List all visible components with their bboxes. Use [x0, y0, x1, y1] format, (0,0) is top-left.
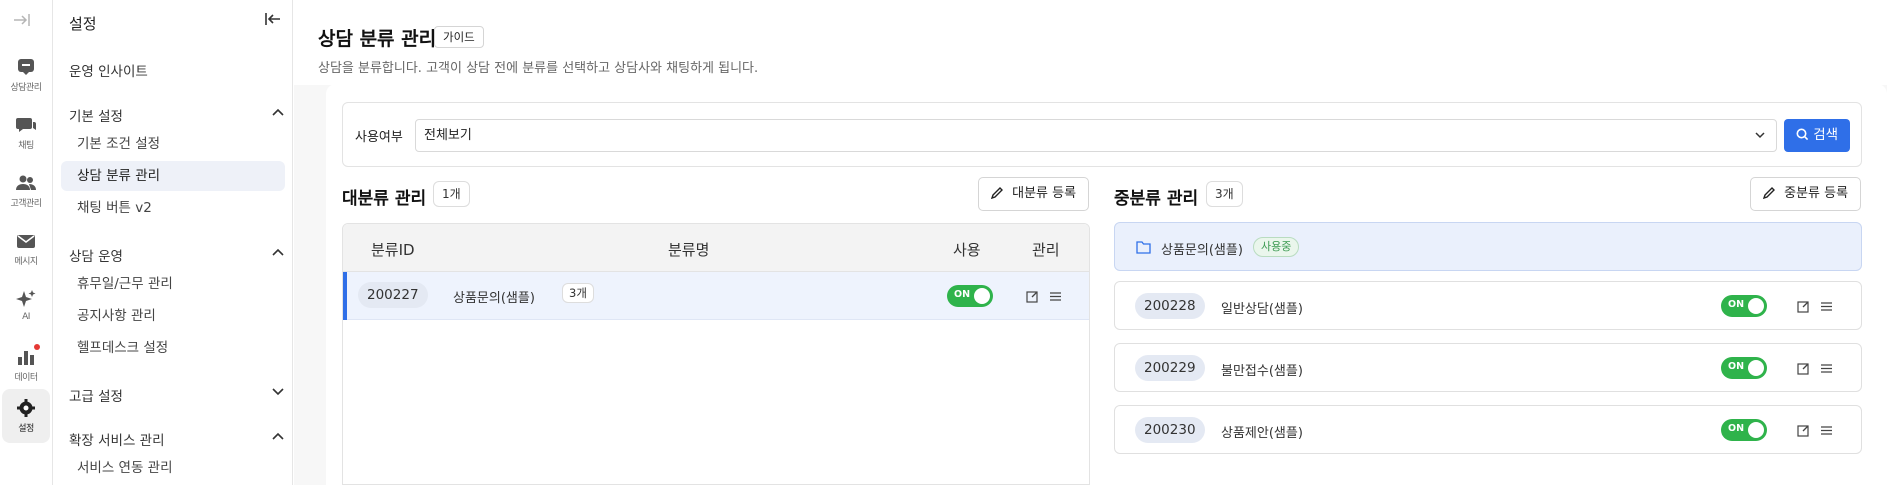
table-header: 분류ID 분류명 사용 관리: [343, 224, 1089, 272]
add-middle-label: 중분류 등록: [1784, 186, 1849, 201]
notification-dot: [34, 344, 40, 350]
chat-icon: [16, 118, 36, 132]
nav-group-operation[interactable]: 상담 운영: [69, 245, 285, 265]
nav-group-basic[interactable]: 기본 설정: [69, 105, 285, 125]
drag-handle-icon[interactable]: [1820, 300, 1833, 313]
column-header-use: 사용: [953, 241, 981, 259]
pencil-icon: [1762, 187, 1775, 200]
nav-item-chat-button[interactable]: 채팅 버튼 v2: [61, 193, 285, 223]
category-id: 200228: [1135, 293, 1205, 319]
category-id: 200229: [1135, 355, 1205, 381]
guide-button[interactable]: 가이드: [434, 26, 484, 48]
nav-group-label: 확장 서비스 관리: [69, 433, 165, 449]
folder-icon: [1136, 241, 1151, 254]
page-title: 상담 분류 관리: [318, 28, 437, 50]
icon-rail: 상담관리 채팅 고객관리 메시지 AI 데이터 설정: [0, 0, 53, 485]
rail-item-ai[interactable]: AI: [2, 280, 50, 334]
rail-item-chat[interactable]: 채팅: [2, 106, 50, 160]
category-name: 일반상담(샘플): [1221, 302, 1303, 317]
chevron-up-icon: [272, 432, 284, 440]
page-description: 상담을 분류합니다. 고객이 상담 전에 분류를 선택하고 상담사와 채팅하게 …: [318, 61, 759, 76]
use-toggle[interactable]: ON: [1721, 419, 1767, 441]
nav-item-category-management[interactable]: 상담 분류 관리: [61, 161, 285, 191]
nav-group-label: 기본 설정: [69, 109, 123, 125]
category-id: 200227: [358, 282, 428, 308]
middle-panel-title: 중분류 관리: [1114, 189, 1199, 209]
filter-bar: 사용여부 전체보기 검색: [342, 102, 1862, 167]
nav-group-extensions[interactable]: 확장 서비스 관리: [69, 429, 285, 449]
nav-item-notice[interactable]: 공지사항 관리: [61, 301, 285, 331]
expand-rail-icon[interactable]: [12, 13, 32, 31]
use-toggle[interactable]: ON: [947, 285, 993, 307]
list-item[interactable]: 200228 일반상담(샘플) ON: [1114, 281, 1862, 330]
edit-icon[interactable]: [1797, 300, 1810, 313]
status-badge: 사용중: [1253, 237, 1300, 257]
middle-count-badge: 3개: [1206, 181, 1243, 207]
nav-title: 설정: [69, 15, 97, 33]
nav-group-label: 상담 운영: [69, 249, 123, 265]
category-name: 불만접수(샘플): [1221, 364, 1303, 379]
nav-link-insight[interactable]: 운영 인사이트: [69, 60, 148, 80]
usage-select-value: 전체보기: [424, 128, 472, 143]
major-count-badge: 1개: [433, 181, 470, 207]
rail-item-customers[interactable]: 고객관리: [2, 164, 50, 218]
search-button[interactable]: 검색: [1784, 119, 1850, 152]
chevron-down-icon: [1755, 132, 1765, 139]
nav-item-helpdesk[interactable]: 헬프데스크 설정: [61, 333, 285, 363]
category-name: 상품제안(샘플): [1221, 426, 1303, 441]
headset-icon: [18, 59, 34, 75]
major-panel-title: 대분류 관리: [342, 189, 427, 209]
pencil-icon: [990, 187, 1003, 200]
collapse-nav-icon[interactable]: [265, 12, 281, 30]
use-toggle[interactable]: ON: [1721, 295, 1767, 317]
nav-item-basic-conditions[interactable]: 기본 조건 설정: [61, 129, 285, 159]
usage-filter-label: 사용여부: [355, 130, 403, 145]
list-item[interactable]: 200229 불만접수(샘플) ON: [1114, 343, 1862, 392]
major-table: 분류ID 분류명 사용 관리 200227 상품문의(샘플) 3개 ON: [342, 223, 1090, 485]
sub-count-badge: 3개: [562, 283, 594, 303]
add-middle-button[interactable]: 중분류 등록: [1750, 177, 1862, 211]
search-icon: [1796, 128, 1809, 141]
chevron-up-icon: [272, 108, 284, 116]
rail-item-data[interactable]: 데이터: [2, 338, 50, 392]
add-major-label: 대분류 등록: [1012, 186, 1077, 201]
add-major-button[interactable]: 대분류 등록: [978, 177, 1090, 211]
column-header-id: 분류ID: [371, 241, 415, 259]
parent-category-name: 상품문의(샘플): [1161, 243, 1243, 258]
mail-icon: [17, 235, 35, 248]
column-header-manage: 관리: [1032, 241, 1060, 259]
drag-handle-icon[interactable]: [1049, 290, 1062, 303]
chevron-up-icon: [272, 248, 284, 256]
drag-handle-icon[interactable]: [1820, 362, 1833, 375]
edit-icon[interactable]: [1797, 424, 1810, 437]
page-header: 상담 분류 관리 가이드 상담을 분류합니다. 고객이 상담 전에 분류를 선택…: [294, 0, 1887, 85]
column-header-name: 분류명: [668, 241, 710, 259]
rail-item-consult[interactable]: 상담관리: [2, 48, 50, 102]
list-item[interactable]: 200230 상품제안(샘플) ON: [1114, 405, 1862, 454]
rail-item-settings[interactable]: 설정: [2, 389, 50, 443]
search-button-label: 검색: [1813, 127, 1839, 143]
nav-group-advanced[interactable]: 고급 설정: [69, 385, 285, 405]
users-icon: [16, 175, 36, 190]
bar-chart-icon: [18, 351, 34, 365]
parent-category-row: 상품문의(샘플) 사용중: [1114, 222, 1862, 271]
table-row[interactable]: 200227 상품문의(샘플) 3개 ON: [343, 272, 1089, 320]
selected-indicator: [343, 272, 347, 320]
category-id: 200230: [1135, 417, 1205, 443]
edit-icon[interactable]: [1797, 362, 1810, 375]
use-toggle[interactable]: ON: [1721, 357, 1767, 379]
drag-handle-icon[interactable]: [1820, 424, 1833, 437]
chevron-down-icon: [272, 388, 284, 396]
gear-icon: [17, 399, 35, 417]
sparkle-icon: [16, 290, 36, 307]
settings-nav: 설정 운영 인사이트 기본 설정 기본 조건 설정 상담 분류 관리 채팅 버튼…: [53, 0, 293, 485]
nav-group-label: 고급 설정: [69, 389, 123, 405]
usage-select[interactable]: 전체보기: [415, 119, 1777, 152]
category-name: 상품문의(샘플): [453, 291, 535, 306]
nav-item-service-integration[interactable]: 서비스 연동 관리: [61, 453, 285, 483]
rail-item-message[interactable]: 메시지: [2, 222, 50, 276]
edit-icon[interactable]: [1026, 290, 1039, 303]
nav-item-holiday[interactable]: 휴무일/근무 관리: [61, 269, 285, 299]
